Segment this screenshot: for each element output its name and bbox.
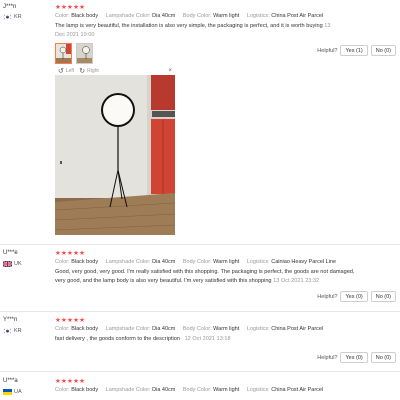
attr-label: Logistics:: [246, 259, 270, 265]
review-text: The lamp is very beautiful, the installa…: [55, 22, 340, 39]
review-body: fast delivery , the goods conform to the…: [55, 336, 180, 342]
korea-flag-icon: [3, 328, 12, 334]
country-code: KR: [14, 14, 22, 20]
review-item: J***n KR ★★★★★ Color: Black body Lampsha…: [0, 0, 400, 245]
helpful-label: Helpful?: [317, 47, 338, 54]
helpful-label: Helpful?: [317, 293, 338, 300]
korea-flag-icon: [3, 14, 12, 20]
review-content: ★★★★★ Color: Black body Lampshade Color:…: [55, 4, 394, 39]
attr-value: Warm light: [213, 259, 240, 265]
reviewer-name: Y***n: [3, 317, 18, 323]
review-photo-large: [55, 75, 175, 235]
attr-value: China Post Air Parcel: [271, 387, 324, 393]
reviewer-name: J***n: [3, 4, 17, 10]
star-rating: ★★★★★: [55, 378, 86, 385]
helpful-label: Helpful?: [317, 354, 338, 361]
attr-value: China Post Air Parcel: [271, 13, 324, 19]
review-content: ★★★★★ Color: Black body Lampshade Color:…: [55, 317, 394, 344]
reviewer-country: UK: [3, 261, 22, 267]
country-code: KR: [14, 328, 22, 334]
attr-value: Warm light: [213, 326, 240, 332]
attr-value: Warm light: [213, 387, 240, 393]
review-content: ★★★★★ Color: Black body Lampshade Color:…: [55, 378, 394, 393]
attr-label: Color:: [55, 13, 70, 19]
review-item: U***e UK ★★★★★ Color: Black body Lampsha…: [0, 245, 400, 312]
review-item: U***a UA ★★★★★ Color: Black body Lampsha…: [0, 372, 400, 400]
reviewer-name: U***e: [3, 250, 18, 256]
reviewer-name: U***a: [3, 378, 18, 384]
helpful-bar: Helpful? Yes (1) No (0): [317, 45, 396, 56]
sku-attributes: Color: Black body Lampshade Color: Dia 4…: [55, 326, 394, 332]
attr-value: Dia 40cm: [152, 387, 176, 393]
sku-attributes: Color: Black body Lampshade Color: Dia 4…: [55, 13, 394, 19]
rotate-left-label[interactable]: Left: [66, 68, 74, 74]
attr-value: Dia 40cm: [152, 259, 176, 265]
attr-label: Body Color:: [182, 259, 212, 265]
attr-label: Logistics:: [246, 326, 270, 332]
star-rating: ★★★★★: [55, 4, 86, 11]
review-date: 13 Oct 2021 23:32: [273, 277, 320, 284]
star-rating: ★★★★★: [55, 317, 86, 324]
attr-label: Color:: [55, 259, 70, 265]
sku-attributes: Color: Black body Lampshade Color: Dia 4…: [55, 387, 394, 393]
helpful-bar: Helpful? Yes (0) No (0): [317, 352, 396, 363]
attr-label: Lampshade Color:: [105, 387, 151, 393]
reviewer-country: UA: [3, 389, 22, 395]
attr-value: Dia 40cm: [152, 13, 176, 19]
attr-label: Lampshade Color:: [105, 326, 151, 332]
rotate-right-label[interactable]: Right: [87, 68, 99, 74]
attr-value: Black body: [71, 326, 99, 332]
review-body: The lamp is very beautiful, the installa…: [55, 23, 323, 29]
reviewer-country: KR: [3, 14, 22, 20]
review-item: Y***n KR ★★★★★ Color: Black body Lampsha…: [0, 312, 400, 372]
helpful-yes-button[interactable]: Yes (0): [340, 291, 368, 302]
review-text: Good, very good, very good. I'm really s…: [55, 268, 355, 285]
attr-label: Body Color:: [182, 326, 212, 332]
helpful-yes-button[interactable]: Yes (0): [340, 352, 368, 363]
attr-value: Dia 40cm: [152, 326, 176, 332]
rotate-left-icon[interactable]: ↺: [58, 67, 64, 75]
review-thumbnail[interactable]: [76, 43, 93, 64]
rotate-right-icon[interactable]: ↻: [79, 67, 85, 75]
attr-value: Cainiao Heavy Parcel Line: [271, 259, 337, 265]
review-content: ★★★★★ Color: Black body Lampshade Color:…: [55, 250, 394, 285]
ukraine-flag-icon: [3, 389, 12, 395]
image-viewer-toolbar: ↺ Left ↻ Right ×: [58, 67, 174, 75]
attr-label: Body Color:: [182, 387, 212, 393]
attr-label: Body Color:: [182, 13, 212, 19]
uk-flag-icon: [3, 261, 12, 267]
attr-label: Logistics:: [246, 387, 270, 393]
helpful-no-button[interactable]: No (0): [370, 352, 396, 363]
country-code: UA: [14, 389, 22, 395]
attr-label: Lampshade Color:: [105, 13, 151, 19]
attr-label: Logistics:: [246, 13, 270, 19]
country-code: UK: [14, 261, 22, 267]
sku-attributes: Color: Black body Lampshade Color: Dia 4…: [55, 259, 394, 265]
attr-value: Warm light: [213, 13, 240, 19]
attr-value: China Post Air Parcel: [271, 326, 324, 332]
helpful-bar: Helpful? Yes (0) No (0): [317, 291, 396, 302]
close-icon[interactable]: ×: [168, 68, 172, 74]
review-date: 12 Oct 2021 13:18: [184, 336, 231, 342]
star-rating: ★★★★★: [55, 250, 86, 257]
reviewer-country: KR: [3, 328, 22, 334]
attr-label: Color:: [55, 387, 70, 393]
attr-value: Black body: [71, 259, 99, 265]
attr-label: Lampshade Color:: [105, 259, 151, 265]
attr-value: Black body: [71, 13, 99, 19]
helpful-no-button[interactable]: No (0): [370, 291, 396, 302]
attr-value: Black body: [71, 387, 99, 393]
helpful-no-button[interactable]: No (0): [370, 45, 396, 56]
helpful-yes-button[interactable]: Yes (1): [340, 45, 368, 56]
review-thumbnail[interactable]: [55, 43, 72, 64]
review-thumbnails: [55, 43, 93, 64]
attr-label: Color:: [55, 326, 70, 332]
review-text: fast delivery , the goods conform to the…: [55, 335, 394, 344]
